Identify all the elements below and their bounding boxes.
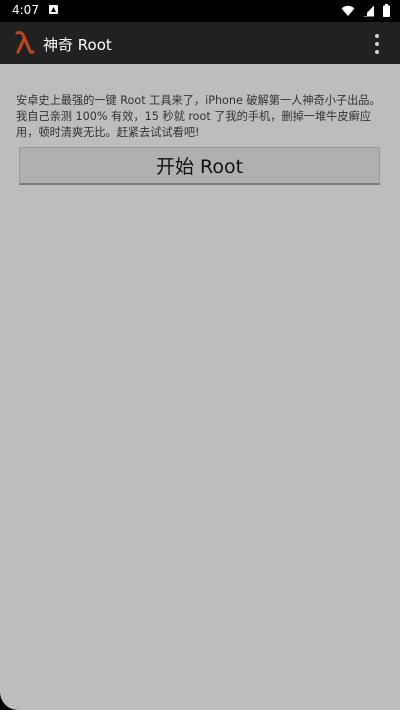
- signal-icon: [363, 5, 374, 16]
- intro-text: 安卓史上最强的一键 Root 工具来了，iPhone 破解第一人神奇小子出品。我…: [16, 94, 381, 140]
- status-time: 4:07: [12, 3, 39, 17]
- wifi-icon: [341, 5, 355, 16]
- start-root-button[interactable]: 开始 Root: [19, 147, 380, 185]
- status-icons: [341, 4, 390, 17]
- notification-icon: [49, 5, 58, 14]
- status-bar: 4:07: [0, 0, 400, 22]
- screen-corner: [0, 692, 18, 710]
- lambda-logo-icon: [15, 31, 35, 54]
- app-bar: 神奇 Root: [0, 22, 400, 64]
- overflow-menu-icon[interactable]: [372, 33, 382, 55]
- app-title: 神奇 Root: [43, 36, 112, 54]
- battery-icon: [383, 4, 390, 17]
